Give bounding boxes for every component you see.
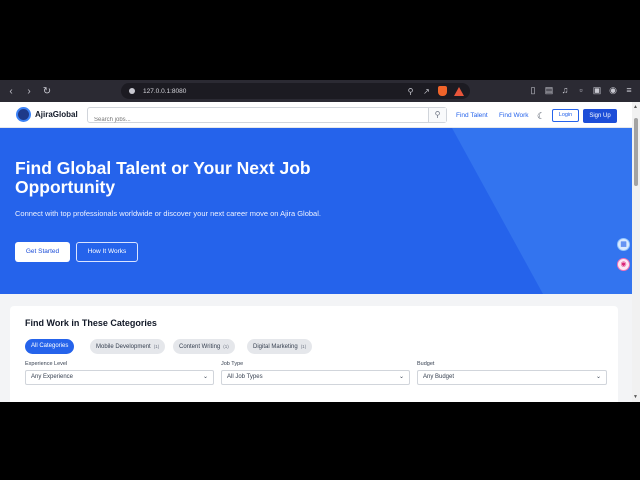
reload-icon[interactable]: ↻ xyxy=(40,86,54,97)
scroll-up-icon[interactable]: ▲ xyxy=(633,104,638,110)
letterbox-bottom xyxy=(0,402,640,480)
get-started-button[interactable]: Get Started xyxy=(15,242,70,262)
menu-icon[interactable]: ≡ xyxy=(624,85,634,96)
select-value: Any Experience xyxy=(31,374,74,380)
chip-count: (1) xyxy=(153,344,160,349)
section-title: Find Work in These Categories xyxy=(25,318,157,328)
page-scrollbar[interactable]: ▲ ▼ xyxy=(632,102,640,402)
back-icon[interactable]: ‹ xyxy=(4,86,18,97)
chip-all-categories[interactable]: All Categories xyxy=(25,339,75,354)
chip-digital-marketing[interactable]: Digital Marketing (1) xyxy=(247,339,313,354)
globe-logo-icon[interactable] xyxy=(16,107,31,122)
dark-mode-icon[interactable]: ☾ xyxy=(537,111,545,122)
chip-label: Digital Marketing xyxy=(253,344,298,350)
login-button[interactable]: Login xyxy=(552,109,579,122)
chip-label: Content Writing xyxy=(179,344,221,350)
zoom-icon[interactable]: ⚲ xyxy=(406,87,415,96)
browser-toolbar: ‹ › ↻ 127.0.0.1:8080 ⚲ ↗ ▯ ▤ ♫ ▫ ▣ ◉ ≡ xyxy=(0,80,640,102)
reader-icon[interactable]: ▤ xyxy=(544,85,554,96)
categories-card: Find Work in These Categories All Catego… xyxy=(10,306,618,406)
nav-find-talent[interactable]: Find Talent xyxy=(456,112,488,119)
chevron-down-icon: ⌄ xyxy=(202,374,208,380)
budget-label: Budget xyxy=(417,361,435,367)
hero-decoration xyxy=(452,128,640,294)
media-icon[interactable]: ♫ xyxy=(560,85,570,96)
assistant-icon[interactable]: ◉ xyxy=(617,258,630,271)
nav-find-work[interactable]: Find Work xyxy=(499,112,529,119)
hero-section: Find Global Talent or Your Next Job Oppo… xyxy=(0,128,640,294)
scroll-down-icon[interactable]: ▼ xyxy=(633,394,638,400)
extensions-icon[interactable]: ▯ xyxy=(528,85,538,96)
chip-label: Mobile Development xyxy=(96,344,151,350)
budget-select[interactable]: Any Budget ⌄ xyxy=(417,370,607,385)
wallet-icon[interactable]: ▣ xyxy=(592,85,602,96)
address-bar[interactable]: 127.0.0.1:8080 ⚲ ↗ xyxy=(121,83,470,99)
share-icon[interactable]: ↗ xyxy=(422,87,431,96)
job-type-label: Job Type xyxy=(221,361,244,367)
brave-rewards-icon[interactable] xyxy=(454,86,464,96)
hero-subtitle: Connect with top professionals worldwide… xyxy=(15,209,321,218)
hero-title: Find Global Talent or Your Next Job Oppo… xyxy=(15,158,311,197)
brand-name[interactable]: AjiraGlobal xyxy=(35,110,78,119)
scrollbar-thumb[interactable] xyxy=(634,118,638,186)
sidebar-icon[interactable]: ▫ xyxy=(576,85,586,96)
search-bar: ⚲ xyxy=(87,107,447,127)
job-type-select[interactable]: All Job Types ⌄ xyxy=(221,370,410,385)
forward-icon[interactable]: › xyxy=(22,86,36,97)
chip-mobile-development[interactable]: Mobile Development (1) xyxy=(90,339,166,354)
main-content: Find Work in These Categories All Catego… xyxy=(0,294,640,406)
search-input[interactable] xyxy=(88,113,418,127)
select-value: All Job Types xyxy=(227,374,263,380)
qr-code-icon[interactable]: ▦ xyxy=(617,238,630,251)
site-info-icon[interactable] xyxy=(129,88,135,94)
site-header: AjiraGlobal ⚲ Find Talent Find Work ☾ Lo… xyxy=(0,102,640,128)
url-text[interactable]: 127.0.0.1:8080 xyxy=(143,88,186,95)
chip-content-writing[interactable]: Content Writing (1) xyxy=(173,339,235,354)
chip-count: (1) xyxy=(223,344,229,349)
chevron-down-icon: ⌄ xyxy=(398,374,404,380)
how-it-works-button[interactable]: How It Works xyxy=(76,242,138,262)
chip-label: All Categories xyxy=(31,343,69,349)
letterbox-top xyxy=(0,0,640,80)
brave-shields-icon[interactable] xyxy=(438,86,447,96)
signup-button[interactable]: Sign Up xyxy=(583,109,617,123)
experience-level-label: Experience Level xyxy=(25,361,68,367)
vpn-icon[interactable]: ◉ xyxy=(608,85,618,96)
select-value: Any Budget xyxy=(423,374,455,380)
experience-level-select[interactable]: Any Experience ⌄ xyxy=(25,370,214,385)
search-icon[interactable]: ⚲ xyxy=(428,108,446,122)
chip-count: (1) xyxy=(300,344,307,349)
chevron-down-icon: ⌄ xyxy=(595,374,601,380)
